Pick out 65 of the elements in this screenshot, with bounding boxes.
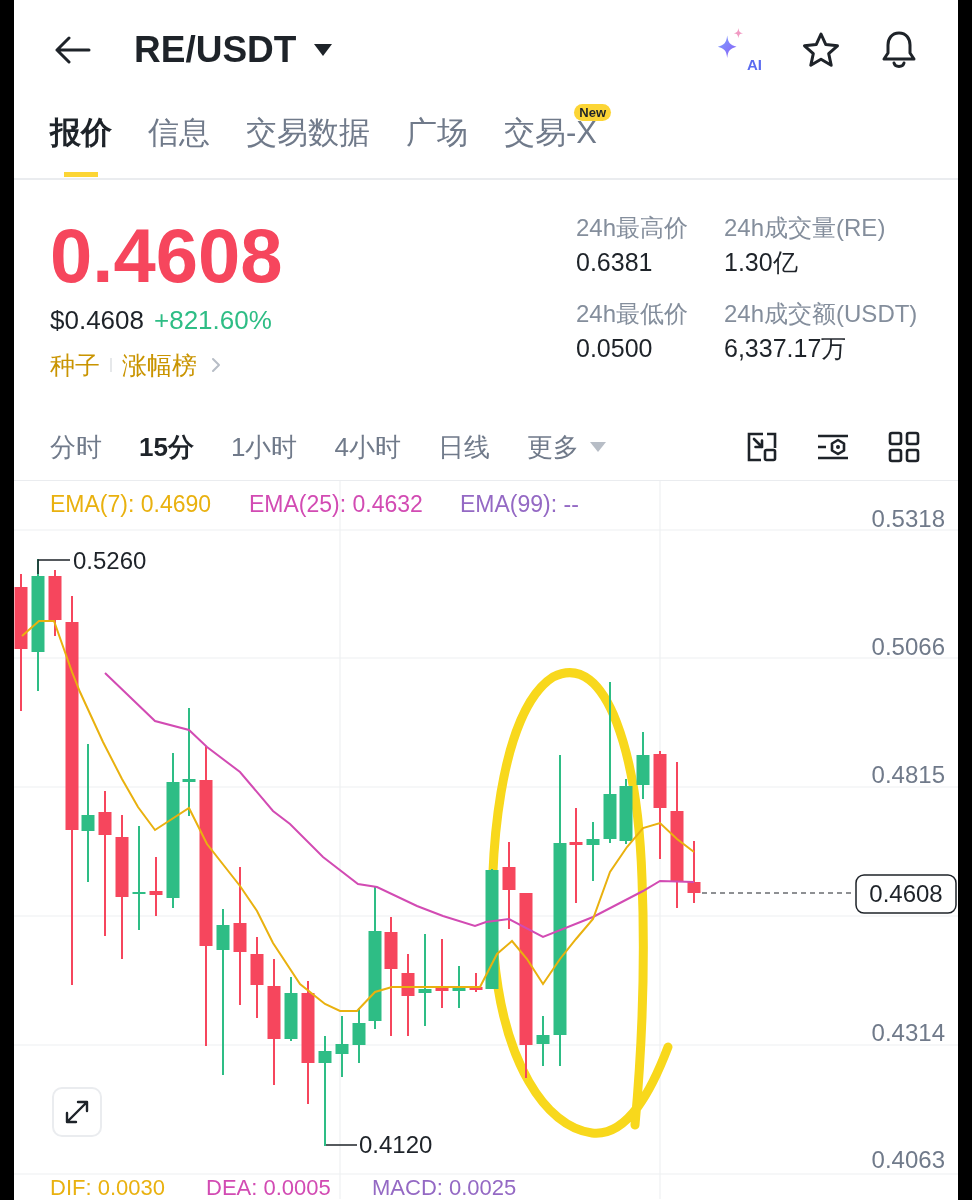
arrow-into-square-icon[interactable]	[746, 430, 778, 463]
macd-legend-label: MACD: 0.0025	[372, 1175, 517, 1199]
stat-value: 0.6381	[576, 247, 654, 277]
tab[interactable]: 交易数据	[246, 100, 370, 178]
tab[interactable]: 广场	[406, 100, 468, 178]
candlestick	[636, 731, 650, 800]
candlestick	[335, 1015, 349, 1078]
caret-icon	[314, 44, 333, 56]
candlestick	[284, 976, 298, 1042]
category-tag-link[interactable]: 涨幅榜	[122, 350, 197, 380]
candlestick	[586, 821, 600, 882]
candlestick	[352, 1007, 366, 1064]
expand-arrows-icon	[63, 1098, 91, 1126]
interval-tab[interactable]: 4小时	[334, 429, 401, 464]
usd-price: $0.4608	[50, 304, 144, 336]
interval-tab[interactable]: 1小时	[230, 429, 298, 464]
stat-label: 24h最高价	[576, 213, 690, 243]
interval-tab[interactable]: 日线	[437, 429, 490, 464]
stat-label: 24h成交量(RE)	[724, 213, 887, 243]
candlestick	[48, 569, 62, 637]
bell-icon[interactable]	[880, 30, 918, 70]
low-price-label: 0.4120	[359, 1131, 433, 1158]
stat-value: 1.30亿	[724, 247, 799, 277]
grid-icon[interactable]	[888, 430, 920, 463]
stat-value: 6,337.17万	[724, 333, 848, 363]
candlestick	[687, 840, 701, 904]
last-price-tag: 0.4608	[855, 874, 957, 914]
price-axis-label: 0.5318	[871, 505, 945, 532]
tab[interactable]: 报价	[50, 100, 112, 178]
candlestick	[536, 1015, 550, 1067]
more-dropdown[interactable]: 更多	[526, 429, 606, 464]
tab[interactable]: 信息	[148, 100, 210, 178]
candlestick	[435, 938, 449, 1009]
leader-line	[325, 1144, 358, 1146]
candlestick	[469, 972, 483, 993]
stat-label: 24h成交额(USDT)	[724, 299, 918, 329]
ema-legend-label: EMA(25): 0.4632	[249, 491, 423, 517]
pair-selector-button[interactable]: RE/USDT	[134, 28, 333, 72]
interval-tab[interactable]: 15分	[139, 429, 194, 464]
candlestick	[452, 965, 466, 1009]
sparkle-icon	[716, 28, 744, 58]
category-tag-link[interactable]: 种子	[50, 350, 100, 380]
candlestick	[149, 856, 163, 917]
ema-legend-label: EMA(99): --	[460, 491, 579, 517]
price-axis-label: 0.4063	[871, 1146, 945, 1173]
ema-legend-label: EMA(7): 0.4690	[50, 491, 212, 517]
price-axis-label: 0.4314	[871, 1019, 945, 1046]
star-icon[interactable]	[802, 32, 840, 68]
price-axis-label: 0.4815	[871, 761, 945, 788]
high-price-label: 0.5260	[73, 547, 147, 574]
back-arrow-icon[interactable]	[55, 36, 91, 64]
leader-line	[37, 559, 71, 575]
candlestick	[619, 778, 633, 845]
stat-label: 24h最低价	[576, 299, 690, 329]
last-price: 0.4608	[50, 218, 284, 294]
macd-legend-label: DEA: 0.0005	[206, 1175, 331, 1199]
expand-button[interactable]	[52, 1087, 102, 1137]
price-change: +821.60%	[154, 304, 272, 336]
interval-tab[interactable]: 分时	[50, 429, 102, 464]
new-badge: New	[574, 104, 611, 121]
macd-legend-label: DIF: 0.0030	[50, 1175, 165, 1199]
price-axis-label: 0.5066	[871, 633, 945, 660]
stat-value: 0.0500	[576, 333, 654, 363]
ai-assistant-button[interactable]: AI	[716, 28, 762, 72]
caret-icon	[589, 441, 606, 452]
